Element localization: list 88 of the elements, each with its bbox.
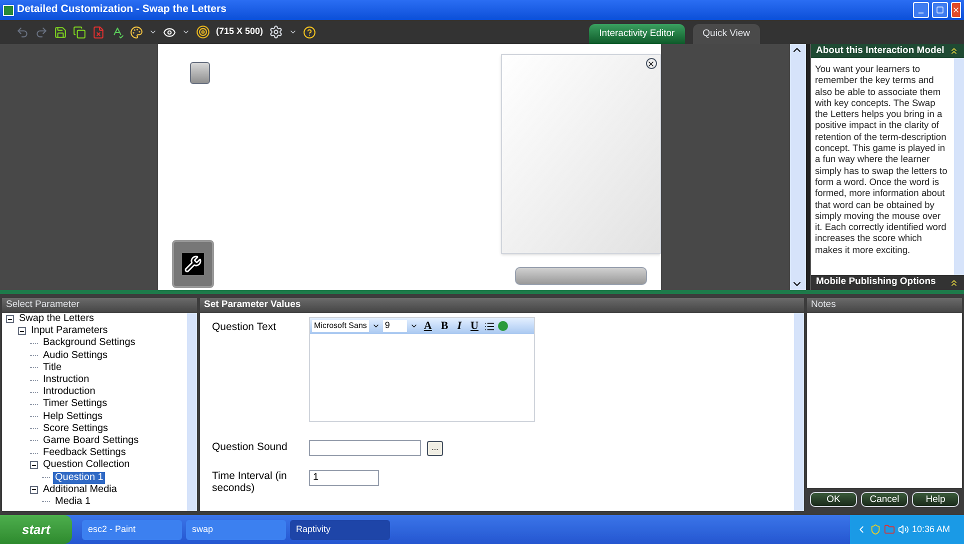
- close-icon: [952, 6, 960, 14]
- size-select[interactable]: 9: [382, 320, 407, 332]
- square-button-icon[interactable]: [190, 62, 210, 84]
- tree-item[interactable]: Feedback Settings: [41, 447, 128, 460]
- panel-header[interactable]: Mobile Publishing Options: [811, 275, 964, 290]
- format-button[interactable]: U: [467, 318, 482, 334]
- tools-icon[interactable]: [172, 240, 214, 288]
- tree-item[interactable]: Introduction: [41, 386, 98, 398]
- scrollbar[interactable]: [187, 313, 197, 511]
- save-icon[interactable]: [54, 26, 67, 38]
- panel-title: Set Parameter Values: [204, 298, 301, 312]
- undo-icon[interactable]: [16, 26, 29, 38]
- input-field[interactable]: [309, 440, 421, 456]
- scrollbar[interactable]: [954, 58, 964, 275]
- volume-icon[interactable]: [898, 524, 909, 535]
- tree-item[interactable]: Swap the Letters: [17, 313, 96, 326]
- collapse-icon[interactable]: [18, 327, 26, 336]
- field-label: Time Interval (in seconds): [212, 470, 288, 494]
- list-icon[interactable]: [484, 320, 496, 332]
- field-label: Question Text: [212, 320, 278, 335]
- format-button[interactable]: B: [438, 318, 452, 334]
- dropdown-icon[interactable]: [372, 322, 380, 330]
- panel-title: Select Parameter: [6, 298, 80, 312]
- dropdown-icon[interactable]: [149, 28, 157, 36]
- tree-item[interactable]: Question 1: [53, 472, 106, 484]
- tree-item[interactable]: Help Settings: [41, 410, 104, 423]
- tree-item[interactable]: Timer Settings: [41, 398, 110, 410]
- collapse-icon[interactable]: [949, 46, 959, 56]
- format-button[interactable]: I: [454, 318, 464, 334]
- help-icon[interactable]: [303, 26, 316, 38]
- app-icon: [3, 4, 14, 16]
- panel-title: About this Interaction Model: [816, 44, 944, 58]
- eye-icon[interactable]: [163, 26, 176, 38]
- tree-item[interactable]: Title: [41, 362, 64, 374]
- start-button[interactable]: start: [0, 515, 72, 544]
- tree-item[interactable]: Additional Media: [41, 484, 119, 496]
- collapse-icon[interactable]: [949, 278, 959, 288]
- tree-item[interactable]: Question Collection: [41, 459, 132, 472]
- tree-item[interactable]: Media 1: [53, 496, 93, 508]
- taskbar-button[interactable]: esc2 - Paint: [82, 520, 182, 540]
- dropdown-icon[interactable]: [182, 28, 190, 36]
- canvas-size: (715 X 500): [216, 25, 264, 38]
- scrollbar[interactable]: [794, 313, 804, 511]
- dialog-button[interactable]: OK: [810, 492, 857, 507]
- field-label: Question Sound: [212, 440, 288, 456]
- close-icon[interactable]: [646, 58, 656, 69]
- redo-icon[interactable]: [35, 26, 48, 38]
- tree-item[interactable]: Game Board Settings: [41, 434, 141, 447]
- tree-item[interactable]: Score Settings: [41, 422, 110, 435]
- dropdown-icon[interactable]: [289, 28, 298, 36]
- taskbar-button[interactable]: swap: [186, 520, 286, 540]
- tree-item[interactable]: Input Parameters: [29, 325, 110, 338]
- tab[interactable]: Quick View: [692, 24, 760, 44]
- description-text: You want your learners to remember the key terms and also be able to associate them with key concepts. The Swap the Letters helps you bring in a positive impact in the clarity of retention of the term-description concept. This game is played in a fun way where the learner simply has to swap the letters to form a word. Once the word is formed, more information about that word can be obtained by simply moving the mouse over it. Each correctly identified word increases the score which makes it more exciting.: [814, 63, 948, 257]
- settings-icon[interactable]: [269, 25, 284, 39]
- format-button[interactable]: A: [420, 318, 435, 334]
- target-icon[interactable]: [196, 25, 210, 39]
- clock: 10:36 AM: [912, 522, 950, 536]
- globe-icon[interactable]: [498, 321, 508, 331]
- scrollbar[interactable]: [790, 44, 806, 290]
- panel-header[interactable]: About this Interaction Model: [811, 44, 964, 58]
- window-title: Detailed Customization - Swap the Letters: [17, 2, 226, 18]
- collapse-icon[interactable]: [30, 486, 38, 494]
- restore-icon: [936, 6, 944, 14]
- input-field[interactable]: 1: [309, 470, 379, 486]
- font-select[interactable]: Microsoft Sans: [312, 320, 369, 332]
- collapse-icon[interactable]: [30, 461, 38, 470]
- tree-item[interactable]: Instruction: [41, 374, 92, 386]
- palette-icon[interactable]: [130, 26, 143, 38]
- browse-button[interactable]: ...: [427, 440, 443, 456]
- notes-field[interactable]: [807, 313, 962, 488]
- dropdown-icon[interactable]: [410, 322, 418, 330]
- tree-item[interactable]: Background Settings: [41, 337, 138, 350]
- tab[interactable]: Interactivity Editor: [589, 24, 685, 44]
- delete-file-icon[interactable]: [92, 26, 105, 38]
- taskbar-button[interactable]: Raptivity: [290, 520, 390, 540]
- restore-button[interactable]: [932, 2, 948, 18]
- copy-icon[interactable]: [73, 26, 86, 38]
- close-button[interactable]: [951, 2, 961, 18]
- dialog-button[interactable]: Help: [912, 492, 959, 507]
- tree-item[interactable]: Audio Settings: [41, 350, 110, 362]
- panel-title: Mobile Publishing Options: [816, 275, 936, 290]
- collapse-icon[interactable]: [6, 315, 14, 324]
- rich-text-editor[interactable]: Microsoft Sans 9 A B I U: [309, 317, 535, 422]
- panel-title: Notes: [811, 298, 836, 312]
- dialog-button[interactable]: Cancel: [861, 492, 908, 507]
- spell-check-icon[interactable]: [111, 26, 124, 38]
- minimize-button[interactable]: [913, 2, 929, 18]
